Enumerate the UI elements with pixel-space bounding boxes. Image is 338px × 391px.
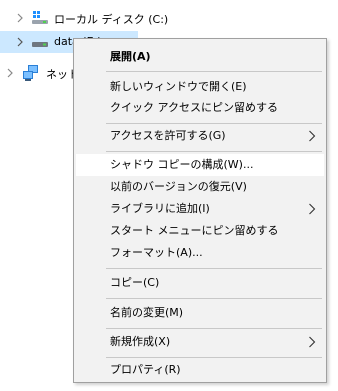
chevron-right-icon[interactable] bbox=[15, 37, 25, 47]
drive-icon bbox=[32, 11, 48, 28]
menu-item-restore-previous-versions[interactable]: 以前のバージョンの復元(V) bbox=[76, 176, 324, 198]
menu-separator bbox=[106, 357, 322, 358]
menu-separator bbox=[106, 123, 322, 124]
menu-separator bbox=[106, 298, 322, 299]
menu-item-rename[interactable]: 名前の変更(M) bbox=[76, 302, 324, 324]
chevron-right-icon[interactable] bbox=[5, 68, 15, 78]
menu-item-add-to-library[interactable]: ライブラリに追加(I) bbox=[76, 198, 324, 220]
menu-separator bbox=[106, 268, 322, 269]
menu-item-format[interactable]: フォーマット(A)... bbox=[76, 242, 324, 264]
tree-item-local-disk[interactable]: ローカル ディスク (C:) bbox=[0, 7, 230, 29]
menu-item-open-new-window[interactable]: 新しいウィンドウで開く(E) bbox=[76, 76, 324, 98]
menu-separator bbox=[106, 328, 322, 329]
chevron-right-icon[interactable] bbox=[15, 13, 25, 23]
menu-item-label: フォーマット(A)... bbox=[110, 246, 203, 259]
menu-separator bbox=[106, 151, 322, 152]
menu-item-label: スタート メニューにピン留めする bbox=[110, 224, 279, 237]
menu-item-label: コピー(C) bbox=[110, 276, 160, 289]
menu-separator bbox=[106, 71, 322, 72]
menu-item-label: シャドウ コピーの構成(W)... bbox=[110, 158, 254, 171]
drive-icon bbox=[32, 39, 48, 52]
menu-item-copy[interactable]: コピー(C) bbox=[76, 272, 324, 294]
submenu-arrow-icon bbox=[308, 203, 316, 215]
menu-item-pin-to-start[interactable]: スタート メニューにピン留めする bbox=[76, 220, 324, 242]
menu-item-label: アクセスを許可する(G) bbox=[110, 129, 226, 142]
submenu-arrow-icon bbox=[308, 130, 316, 142]
menu-item-shadow-copy[interactable]: シャドウ コピーの構成(W)... bbox=[76, 154, 324, 176]
menu-item-label: 新規作成(X) bbox=[110, 335, 171, 348]
network-icon bbox=[22, 65, 40, 84]
context-menu: 展開(A) 新しいウィンドウで開く(E) クイック アクセスにピン留めする アク… bbox=[73, 38, 327, 383]
menu-item-new[interactable]: 新規作成(X) bbox=[76, 331, 324, 353]
menu-item-expand[interactable]: 展開(A) bbox=[76, 46, 324, 68]
menu-item-pin-quick-access[interactable]: クイック アクセスにピン留めする bbox=[76, 97, 324, 119]
menu-item-label: プロパティ(R) bbox=[110, 363, 181, 376]
menu-item-label: 以前のバージョンの復元(V) bbox=[110, 180, 247, 193]
explorer-window: ローカル ディスク (C:) data (E:) bbox=[0, 0, 338, 391]
submenu-arrow-icon bbox=[308, 336, 316, 348]
menu-item-properties[interactable]: プロパティ(R) bbox=[76, 359, 324, 381]
menu-item-label: 展開(A) bbox=[110, 50, 151, 63]
menu-item-label: クイック アクセスにピン留めする bbox=[110, 101, 278, 114]
menu-item-grant-access[interactable]: アクセスを許可する(G) bbox=[76, 125, 324, 147]
menu-item-label: 新しいウィンドウで開く(E) bbox=[110, 80, 247, 93]
tree-label-local-disk: ローカル ディスク (C:) bbox=[54, 13, 169, 26]
menu-item-label: 名前の変更(M) bbox=[110, 306, 184, 319]
menu-item-label: ライブラリに追加(I) bbox=[110, 202, 210, 215]
